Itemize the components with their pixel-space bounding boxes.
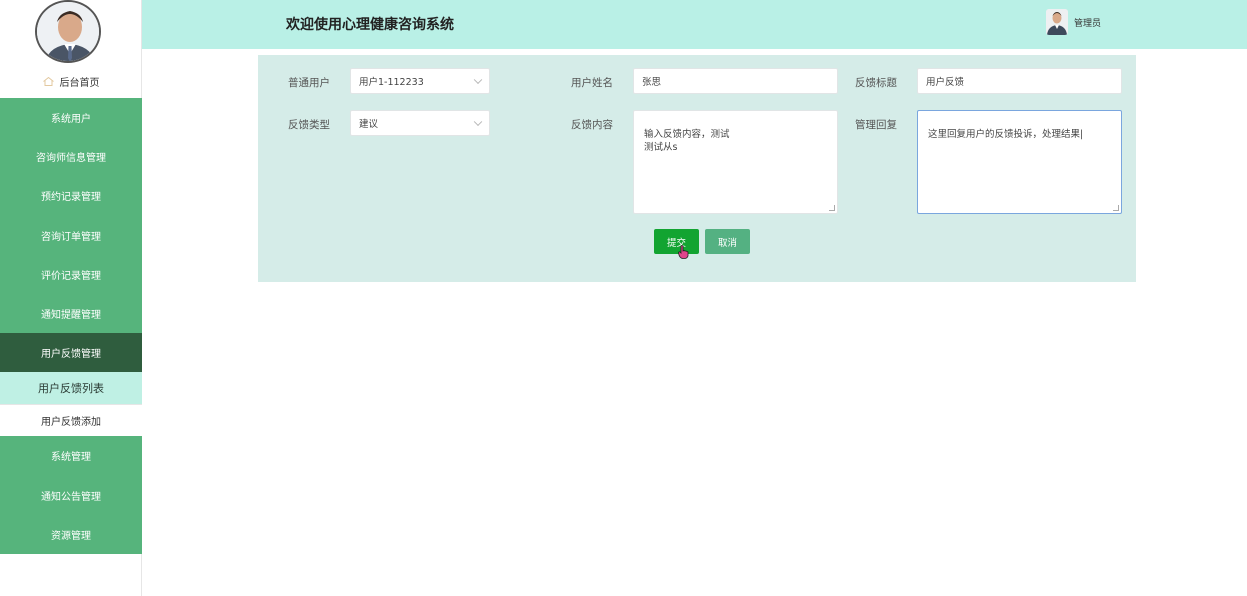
admin-reply-textarea[interactable]: 这里回复用户的反馈投诉，处理结果| — [917, 110, 1122, 214]
sidebar-item-resources[interactable]: 资源管理 — [0, 514, 142, 554]
sidebar-item-label: 系统用户 — [51, 114, 91, 126]
user-select-value: 用户1-112233 — [359, 77, 424, 88]
feedback-type-select[interactable]: 建议 — [350, 110, 490, 136]
sidebar-item-label: 通知公告管理 — [41, 491, 101, 503]
resize-handle-icon[interactable] — [1113, 205, 1119, 211]
sidebar-item-label: 资源管理 — [51, 530, 91, 542]
feedback-title-value: 用户反馈 — [926, 77, 965, 88]
sidebar-item-reviews[interactable]: 评价记录管理 — [0, 254, 142, 294]
sidebar-subitem-label: 用户反馈列表 — [38, 382, 104, 396]
username-label: 用户姓名 — [571, 77, 613, 89]
sidebar-item-system-users[interactable]: 系统用户 — [0, 98, 142, 138]
sidebar-item-label: 预约记录管理 — [41, 192, 101, 204]
user-avatar — [1046, 9, 1068, 35]
sidebar-subitem-label: 用户反馈添加 — [41, 417, 101, 429]
sidebar-item-appointments[interactable]: 预约记录管理 — [0, 176, 142, 216]
admin-reply-value: 这里回复用户的反馈投诉，处理结果| — [928, 129, 1084, 140]
feedback-title-label: 反馈标题 — [855, 77, 897, 89]
sidebar-item-label: 通知提醒管理 — [41, 310, 101, 322]
profile-photo-icon — [37, 2, 99, 61]
chevron-down-icon — [473, 117, 483, 127]
sidebar-item-feedback[interactable]: 用户反馈管理 — [0, 333, 142, 373]
chevron-down-icon — [473, 75, 483, 85]
sidebar-item-label: 咨询师信息管理 — [36, 153, 106, 165]
user-select[interactable]: 用户1-112233 — [350, 68, 490, 94]
sidebar-item-label: 咨询订单管理 — [41, 231, 101, 243]
feedback-content-label: 反馈内容 — [571, 119, 613, 131]
home-label: 后台首页 — [59, 77, 100, 89]
sidebar-item-orders[interactable]: 咨询订单管理 — [0, 215, 142, 255]
user-name: 管理员 — [1074, 18, 1102, 29]
sidebar-item-system-settings[interactable]: 系统管理 — [0, 436, 142, 476]
feedback-content-value: 输入反馈内容，测试 测试从s — [644, 129, 730, 153]
user-label: 普通用户 — [288, 77, 330, 89]
profile-avatar[interactable] — [35, 0, 101, 63]
cancel-button-label: 取消 — [717, 237, 737, 249]
sidebar-subitem-feedback-list[interactable]: 用户反馈列表 — [0, 372, 142, 405]
admin-reply-label: 管理回复 — [855, 119, 897, 131]
user-menu[interactable]: 管理员 — [1046, 9, 1101, 35]
resize-handle-icon[interactable] — [829, 205, 835, 211]
home-link[interactable]: 后台首页 — [0, 64, 142, 98]
username-value: 张思 — [642, 77, 662, 88]
sidebar-item-announcements[interactable]: 通知公告管理 — [0, 475, 142, 515]
cancel-button[interactable]: 取消 — [705, 229, 750, 254]
user-photo-icon — [1046, 9, 1068, 35]
hand-cursor-icon — [678, 245, 689, 259]
sidebar-subitem-feedback-add[interactable]: 用户反馈添加 — [0, 404, 142, 437]
sidebar-menu: 系统用户 咨询师信息管理 预约记录管理 咨询订单管理 评价记录管理 通知提醒管理… — [0, 98, 142, 554]
sidebar-item-label: 用户反馈管理 — [41, 349, 101, 361]
app-title: 欢迎使用心理健康咨询系统 — [286, 17, 454, 33]
submit-button[interactable]: 提交 — [654, 229, 699, 254]
feedback-title-input[interactable]: 用户反馈 — [917, 68, 1122, 94]
feedback-type-label: 反馈类型 — [288, 119, 330, 131]
feedback-type-value: 建议 — [359, 119, 379, 130]
sidebar-item-counselor-info[interactable]: 咨询师信息管理 — [0, 137, 142, 177]
sidebar-item-label: 评价记录管理 — [41, 270, 101, 282]
sidebar-item-label: 系统管理 — [51, 452, 91, 464]
username-input[interactable]: 张思 — [633, 68, 838, 94]
home-icon — [42, 76, 54, 86]
sidebar-item-reminders[interactable]: 通知提醒管理 — [0, 293, 142, 334]
feedback-content-textarea[interactable]: 输入反馈内容，测试 测试从s — [633, 110, 838, 214]
sidebar: 后台首页 系统用户 咨询师信息管理 预约记录管理 咨询订单管理 评价记录管理 通… — [0, 0, 142, 596]
top-bar: 欢迎使用心理健康咨询系统 管理员 — [142, 0, 1247, 49]
